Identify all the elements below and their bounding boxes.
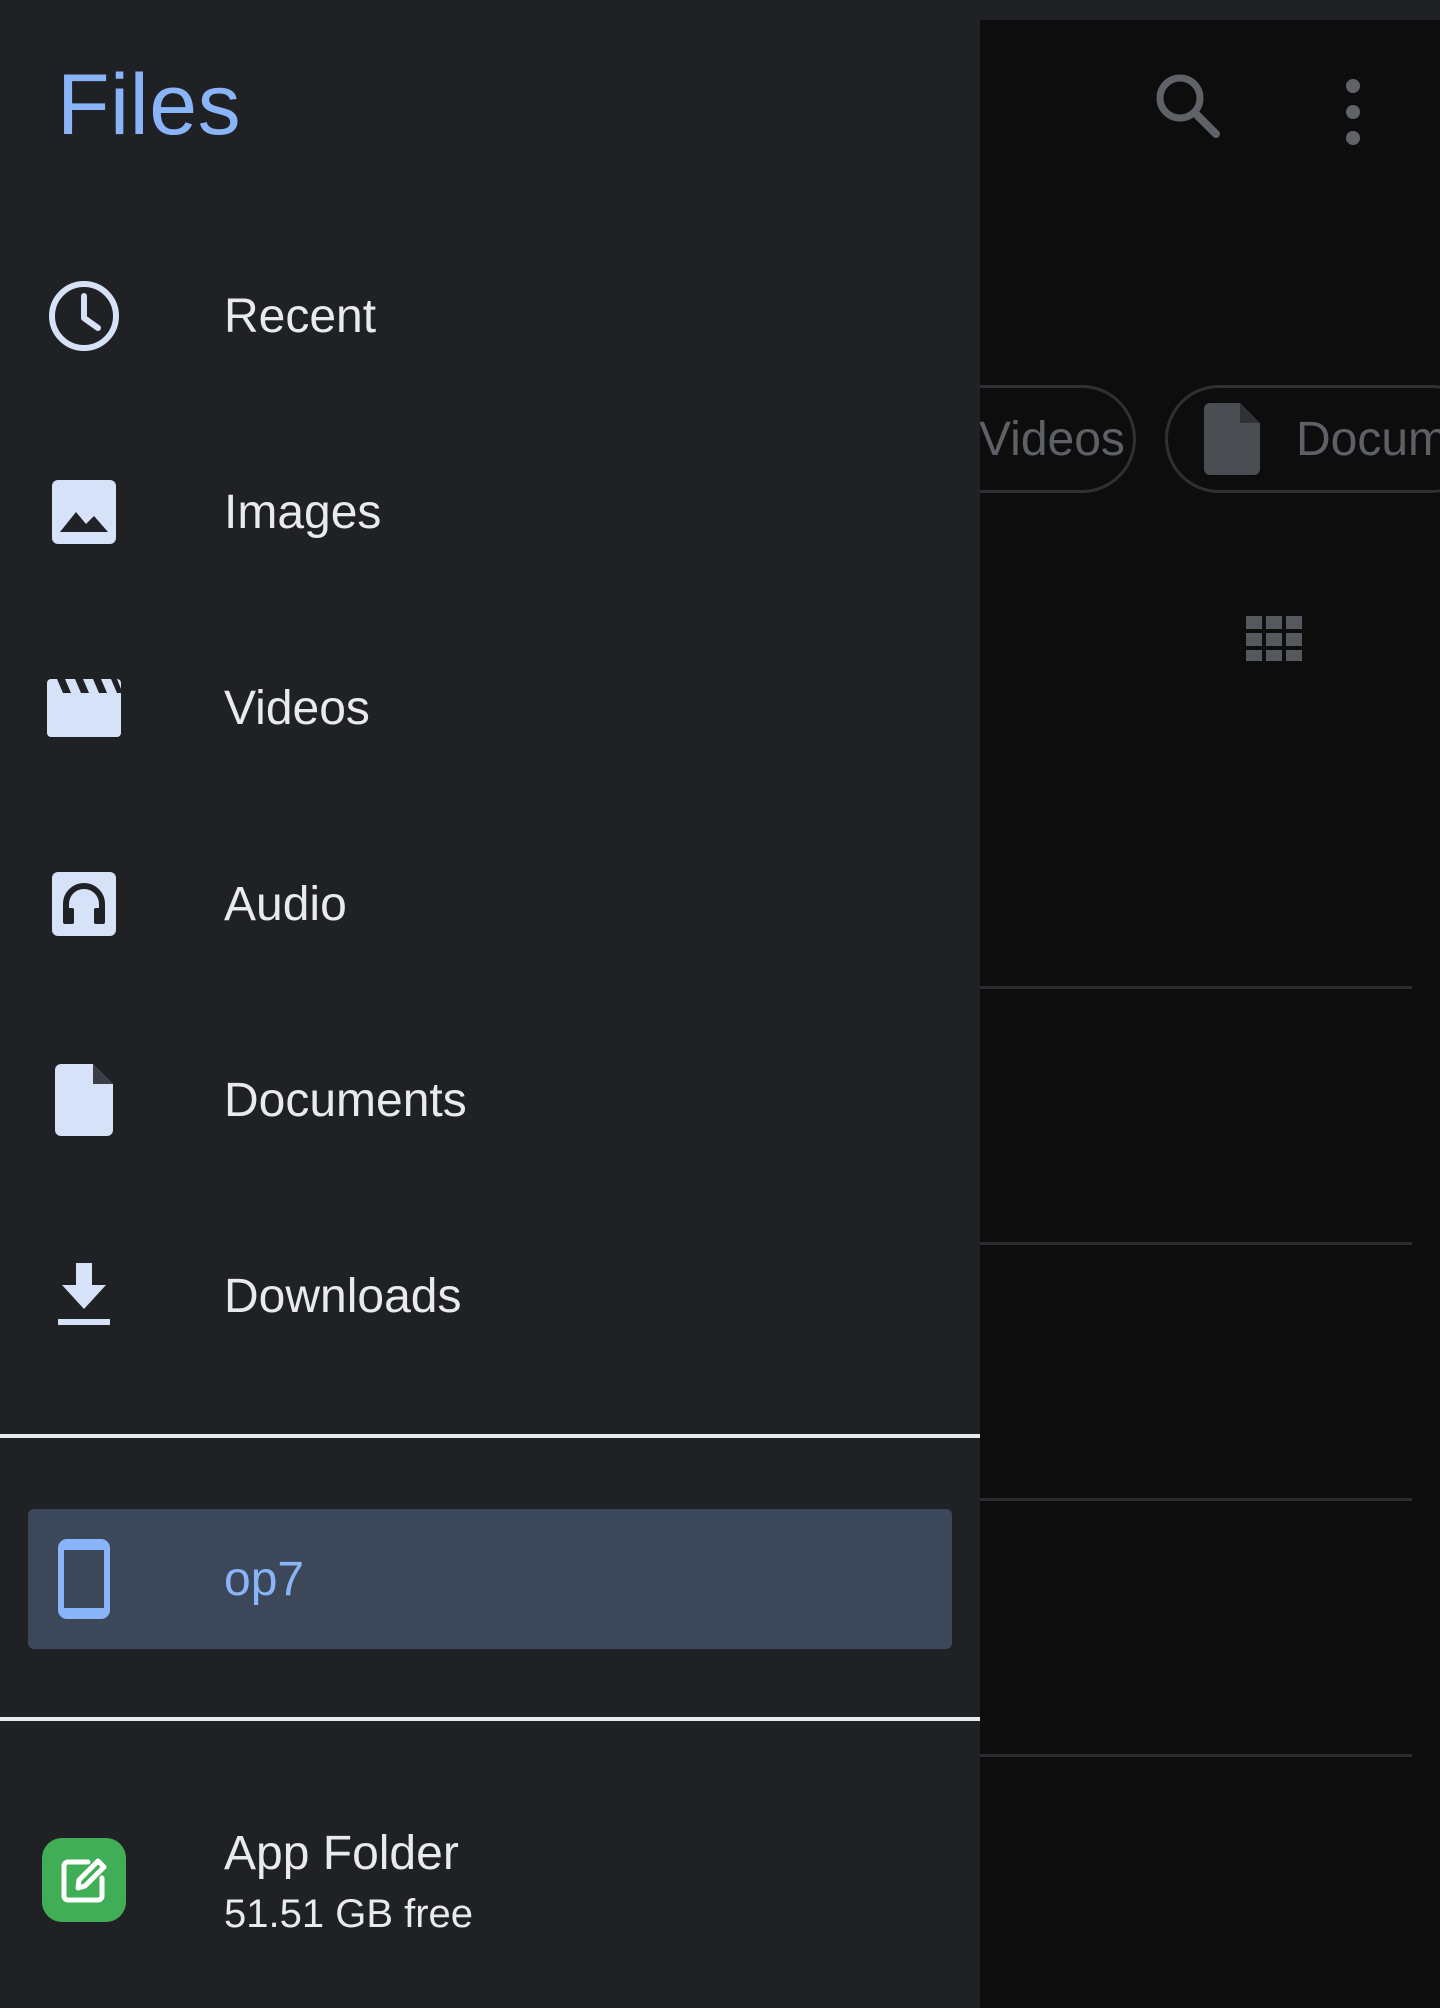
nav-item-label: Audio: [224, 877, 347, 931]
nav-item-label: Documents: [224, 1073, 467, 1127]
nav-item-label: Videos: [224, 681, 370, 735]
nav-item-recent[interactable]: Recent: [28, 246, 952, 386]
nav-item-label: Images: [224, 485, 382, 539]
clapperboard-icon: [44, 668, 124, 748]
nav-item-label: op7: [224, 1552, 305, 1606]
clock-icon: [44, 276, 124, 356]
screen: Videos Documents Files Recent: [0, 0, 1440, 2008]
list-divider: [980, 1498, 1412, 1501]
nav-item-label: Downloads: [224, 1269, 462, 1323]
nav-item-op7[interactable]: op7: [28, 1509, 952, 1649]
drawer-divider: [0, 1434, 980, 1438]
document-icon: [44, 1060, 124, 1140]
list-divider: [980, 1754, 1412, 1757]
chip-documents-label: Documents: [1296, 412, 1440, 466]
more-vert-icon[interactable]: [1338, 72, 1368, 152]
nav-item-documents[interactable]: Documents: [28, 1030, 952, 1170]
nav-item-audio[interactable]: Audio: [28, 834, 952, 974]
navigation-drawer: Files Recent Images Videos Audio Documen…: [0, 0, 980, 2008]
image-icon: [44, 472, 124, 552]
phone-icon: [44, 1539, 124, 1619]
drawer-divider: [0, 1717, 980, 1721]
drawer-title: Files: [57, 57, 242, 153]
headphones-icon: [44, 864, 124, 944]
nav-item-label: Recent: [224, 289, 377, 343]
app-folder-free-space: 51.51 GB free: [224, 1892, 474, 1936]
background-app: [980, 20, 1440, 2008]
app-folder-name: App Folder: [224, 1827, 459, 1880]
document-icon: [1204, 403, 1260, 475]
search-icon[interactable]: [1150, 68, 1226, 144]
app-folder-item[interactable]: App Folder 51.51 GB free: [28, 1790, 952, 1970]
nav-item-downloads[interactable]: Downloads: [28, 1226, 952, 1366]
list-divider: [980, 1242, 1412, 1245]
chip-videos-label: Videos: [979, 412, 1125, 466]
nav-item-images[interactable]: Images: [28, 442, 952, 582]
nav-item-videos[interactable]: Videos: [28, 638, 952, 778]
grid-view-icon[interactable]: [1242, 606, 1306, 670]
edit-icon: [42, 1838, 126, 1922]
download-icon: [44, 1256, 124, 1336]
list-divider: [980, 986, 1412, 989]
chip-documents[interactable]: Documents: [1165, 385, 1440, 493]
